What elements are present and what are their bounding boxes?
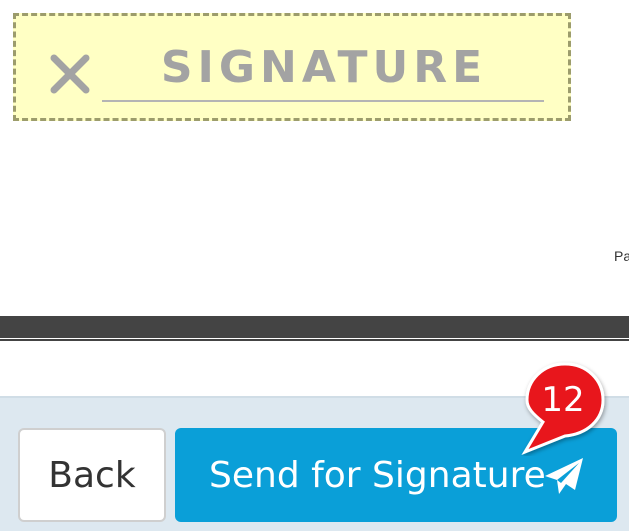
signature-label: SIGNATURE [160,42,488,93]
paper-plane-icon [545,458,583,494]
back-button[interactable]: Back [18,428,166,522]
close-icon[interactable] [46,50,96,100]
page-text-fragment: Pa [614,248,629,264]
document-page: SIGNATURE Pa [0,0,629,316]
signature-line [102,100,544,102]
signature-field[interactable]: SIGNATURE [13,13,571,121]
divider-line [0,339,629,341]
send-button-label: Send for Signature [209,454,546,496]
step-number: 12 [541,380,585,420]
document-divider [0,316,629,338]
